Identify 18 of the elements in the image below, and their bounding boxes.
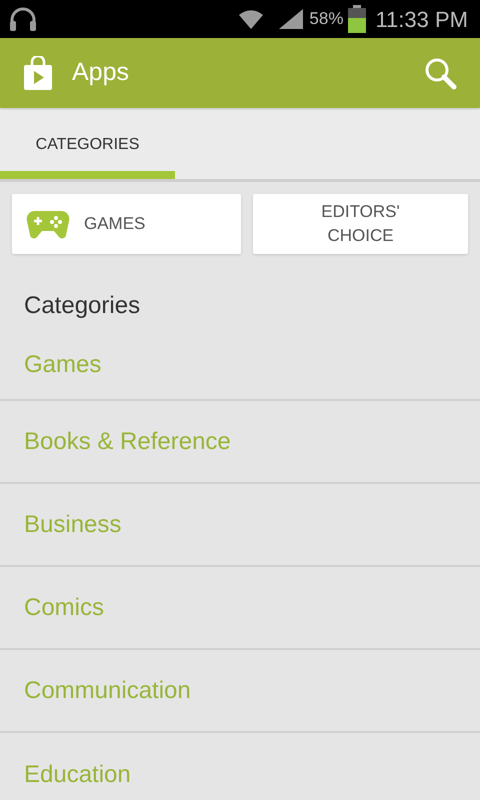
category-item[interactable]: Books & Reference [0, 401, 480, 484]
category-item[interactable]: Games [0, 324, 480, 401]
shopping-bag-icon [24, 56, 52, 90]
headphones-icon [8, 6, 38, 32]
section-heading: Categories [23, 291, 142, 321]
category-item[interactable]: Business [0, 484, 480, 567]
shortcut-card[interactable]: GAMES [12, 194, 241, 254]
shortcut-card[interactable]: EDITORS' CHOICE [253, 194, 468, 254]
battery-percentage: 58% [309, 8, 344, 30]
clock-time: 11:33 PM [375, 6, 468, 34]
category-item[interactable]: Comics [0, 567, 480, 650]
category-item[interactable]: Education [0, 733, 480, 800]
gamepad-icon [26, 209, 70, 239]
category-item[interactable]: Communication [0, 650, 480, 733]
battery-icon [347, 5, 368, 33]
signal-icon [277, 7, 306, 31]
header-title: Apps [72, 57, 130, 88]
search-icon [423, 56, 457, 90]
